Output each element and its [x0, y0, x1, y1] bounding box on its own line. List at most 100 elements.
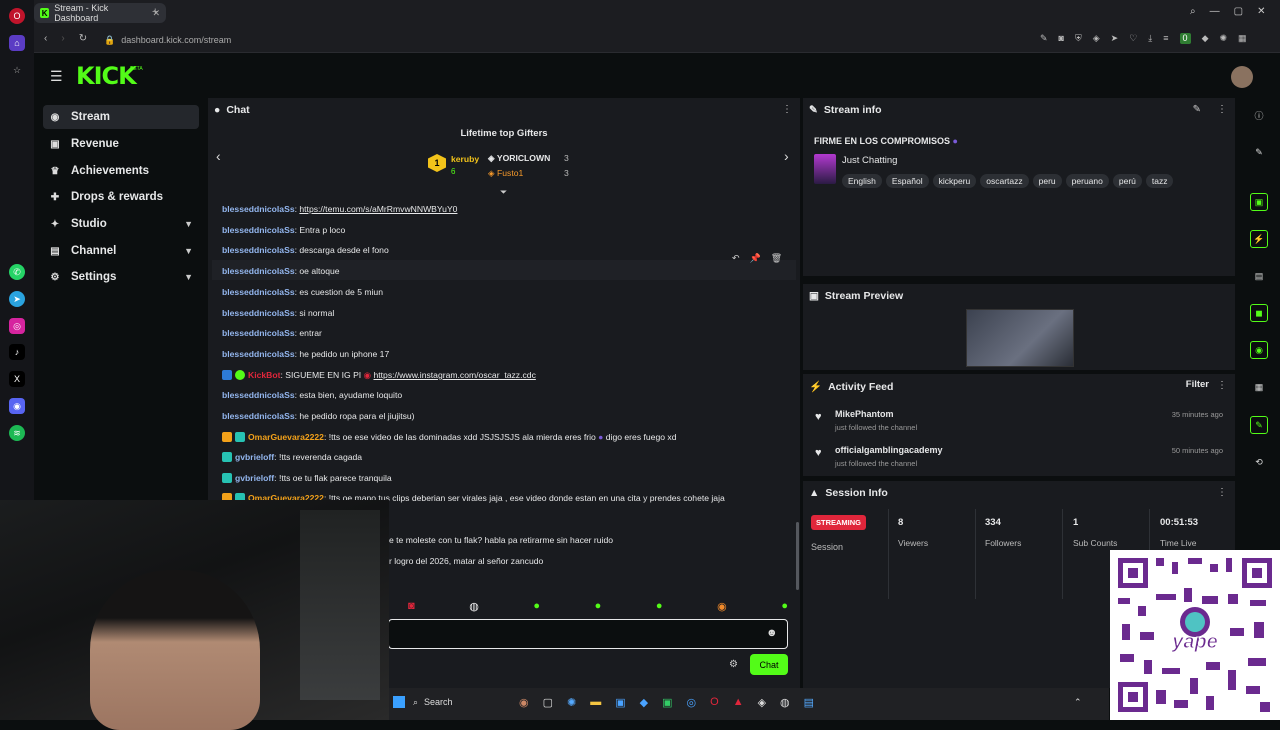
new-tab-icon[interactable]: +: [152, 6, 158, 18]
tag[interactable]: English: [842, 174, 882, 188]
document-icon[interactable]: ▤: [1250, 267, 1268, 285]
forward-icon[interactable]: ›: [61, 33, 64, 44]
lightning-icon[interactable]: ⚡: [1250, 230, 1268, 248]
extension-badge[interactable]: 0: [1179, 33, 1191, 44]
app-icon[interactable]: ◈: [758, 696, 766, 709]
emote-icon[interactable]: ●: [781, 600, 788, 613]
reply-icon[interactable]: ↶: [732, 253, 740, 264]
emote-icon[interactable]: ●: [595, 600, 602, 613]
tag[interactable]: oscartazz: [980, 174, 1029, 188]
opera-logo-icon[interactable]: O: [9, 8, 25, 24]
sidebar-toggle-icon[interactable]: ▦: [1238, 33, 1247, 44]
folder-icon[interactable]: ▬: [590, 696, 601, 709]
maximize-icon[interactable]: ▢: [1234, 6, 1243, 17]
back-icon[interactable]: ‹: [44, 33, 47, 44]
whatsapp-icon[interactable]: ✆: [9, 264, 25, 280]
spotify-icon[interactable]: ≋: [9, 425, 25, 441]
chat-menu-icon[interactable]: ⋮: [782, 104, 792, 115]
nav-settings[interactable]: ⚙ Settings ▼: [43, 265, 199, 289]
nav-drops-rewards[interactable]: ✚ Drops & rewards: [43, 185, 199, 209]
app-icon[interactable]: ▲: [733, 696, 744, 709]
close-window-icon[interactable]: ✕: [1257, 6, 1265, 17]
chat-settings-icon[interactable]: ⚙: [729, 659, 738, 670]
tag[interactable]: Español: [885, 174, 929, 188]
delete-icon[interactable]: 🗑: [771, 253, 782, 264]
tag[interactable]: kickperu: [932, 174, 977, 188]
browser-tab[interactable]: K Stream - Kick Dashboard ✕: [34, 3, 166, 23]
emote-icon[interactable]: ●: [533, 600, 540, 613]
hamburger-icon[interactable]: ☰: [50, 68, 63, 85]
tiktok-icon[interactable]: ♪: [9, 344, 25, 360]
category-thumbnail[interactable]: [814, 154, 836, 184]
kick-logo[interactable]: KICK: [76, 62, 137, 90]
opera-icon[interactable]: O: [710, 696, 719, 709]
windows-start-icon[interactable]: [393, 696, 405, 708]
wrench-icon[interactable]: ✎: [1250, 416, 1268, 434]
stream-info-menu-icon[interactable]: ⋮: [1217, 104, 1227, 115]
taskbar-search[interactable]: ⌕ Search: [413, 697, 453, 708]
nav-achievements[interactable]: ♛ Achievements: [43, 159, 199, 183]
dropbox-icon[interactable]: ◆: [640, 696, 648, 709]
emote-icon[interactable]: ◉: [717, 600, 727, 613]
tray-chevron-icon[interactable]: ⌃: [1074, 697, 1082, 708]
tag[interactable]: perú: [1112, 174, 1142, 188]
minimize-icon[interactable]: —: [1210, 6, 1220, 17]
emote-icon[interactable]: ●: [656, 600, 663, 613]
reload-icon[interactable]: ↻: [79, 33, 87, 44]
nav-studio[interactable]: ✦ Studio ▼: [43, 212, 199, 236]
tag[interactable]: peruano: [1065, 174, 1109, 188]
emote-icon[interactable]: ◍: [469, 600, 479, 613]
pin-message-icon[interactable]: 📌: [750, 253, 761, 264]
emote-icon[interactable]: ◙: [408, 600, 415, 613]
collapse-icon[interactable]: ⏷: [500, 187, 507, 198]
shield-icon[interactable]: ⛨: [1075, 33, 1082, 44]
activity-menu-icon[interactable]: ⋮: [1217, 380, 1227, 391]
store-icon[interactable]: ▣: [615, 696, 625, 709]
broadcast-icon[interactable]: ◉: [1250, 341, 1268, 359]
tag[interactable]: tazz: [1145, 174, 1174, 188]
chat-icon[interactable]: ▣: [1250, 193, 1268, 211]
emoji-picker-icon[interactable]: ☻: [766, 627, 778, 639]
file-icon[interactable]: ▢: [543, 696, 553, 709]
url-field[interactable]: 🔒 dashboard.kick.com/stream: [104, 31, 1034, 49]
avatar[interactable]: [1231, 66, 1253, 88]
xbox-icon[interactable]: ◍: [780, 696, 790, 709]
category-name[interactable]: Just Chatting: [842, 155, 897, 166]
discord-icon[interactable]: ◉: [9, 398, 25, 414]
wallet-icon[interactable]: ◆: [1202, 33, 1209, 44]
message-icon[interactable]: ◼: [1250, 304, 1268, 322]
app-icon[interactable]: ▤: [804, 696, 814, 709]
follower-name[interactable]: officialgamblingacademy: [835, 445, 943, 455]
camera-icon[interactable]: ◙: [1059, 33, 1064, 44]
info-icon[interactable]: ⓘ: [1250, 106, 1268, 124]
chat-input[interactable]: [388, 619, 788, 649]
send-icon[interactable]: ➤: [1111, 33, 1119, 44]
tracker-icon[interactable]: ◈: [1093, 33, 1100, 44]
widget-icon[interactable]: ◉: [519, 696, 529, 709]
session-menu-icon[interactable]: ⋮: [1217, 487, 1227, 498]
heart-icon[interactable]: ♡: [1129, 33, 1137, 44]
layout-icon[interactable]: ▦: [1250, 378, 1268, 396]
download-icon[interactable]: ⤓: [1148, 33, 1152, 44]
menu-icon[interactable]: ≡: [1163, 33, 1168, 44]
pencil-icon[interactable]: ✎: [1250, 143, 1268, 161]
stream-preview-thumbnail[interactable]: [966, 309, 1074, 367]
home-icon[interactable]: ⌂: [9, 35, 25, 51]
edit-icon[interactable]: ✎: [1193, 104, 1201, 115]
send-chat-button[interactable]: Chat: [750, 654, 788, 675]
ai-icon[interactable]: ✺: [1219, 33, 1227, 44]
filter-button[interactable]: Filter: [1186, 379, 1209, 390]
follower-name[interactable]: MikePhantom: [835, 409, 894, 419]
gifters-next-icon[interactable]: ›: [784, 148, 789, 164]
pin-icon[interactable]: ☆: [9, 62, 25, 78]
nav-revenue[interactable]: ▣ Revenue: [43, 132, 199, 156]
instagram-icon[interactable]: ◎: [9, 318, 25, 334]
app-icon[interactable]: ▣: [662, 696, 672, 709]
copilot-icon[interactable]: ✺: [567, 696, 576, 709]
nav-channel[interactable]: ▤ Channel ▼: [43, 239, 199, 263]
search-icon[interactable]: ⌕: [1190, 6, 1196, 17]
edit-icon[interactable]: ✎: [1040, 33, 1048, 44]
edge-icon[interactable]: ◎: [687, 696, 697, 709]
x-icon[interactable]: X: [9, 371, 25, 387]
nav-stream[interactable]: ◉ Stream: [43, 105, 199, 129]
